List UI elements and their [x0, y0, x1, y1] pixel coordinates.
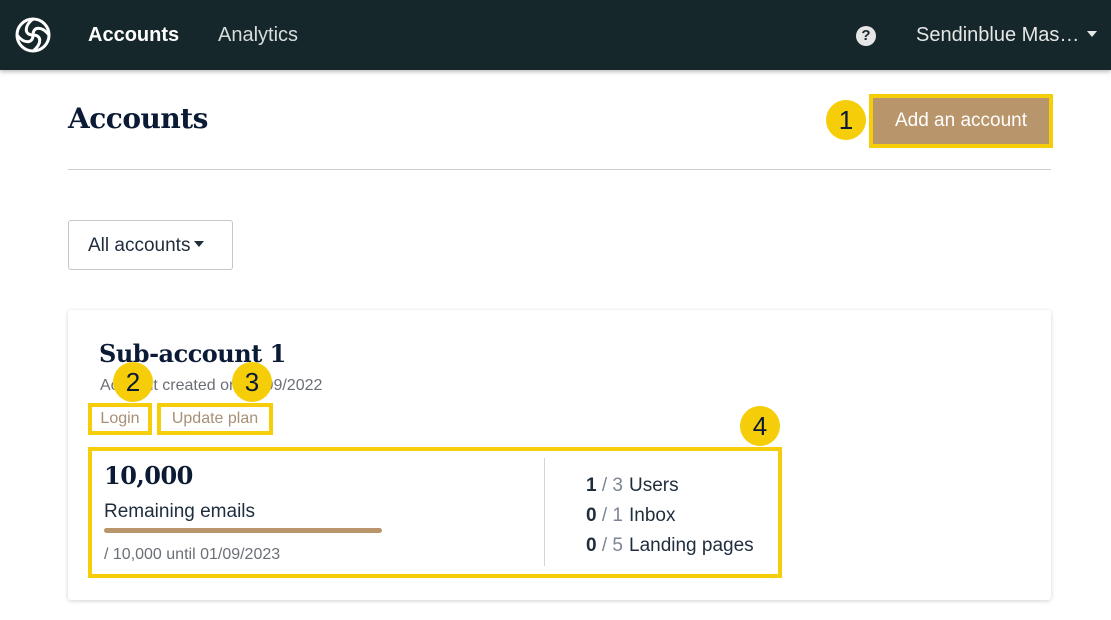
annotation-badge-1: 1	[826, 100, 866, 140]
inbox-limit-row: 0 / 1 Inbox	[586, 505, 675, 527]
remaining-emails-count: 10,000	[104, 461, 193, 490]
question-circle-icon[interactable]: ?	[856, 26, 876, 46]
top-navigation-bar: Accounts Analytics ? Sendinblue Mas…	[0, 0, 1111, 70]
user-account-label: Sendinblue Mas…	[916, 24, 1080, 46]
account-filter-selected: All accounts	[88, 235, 191, 256]
remaining-emails-progress-bar	[104, 528, 382, 533]
add-account-button[interactable]: Add an account	[869, 94, 1053, 148]
landing-pages-label: Landing pages	[629, 535, 754, 556]
nav-analytics-link[interactable]: Analytics	[218, 24, 298, 47]
landing-pages-separator: /	[596, 535, 613, 556]
users-separator: /	[596, 475, 613, 496]
inbox-separator: /	[596, 505, 613, 526]
landing-pages-limit: 5	[612, 535, 623, 556]
annotation-badge-2: 2	[113, 362, 153, 402]
nav-accounts-link[interactable]: Accounts	[88, 24, 179, 47]
chevron-down-icon	[1087, 30, 1098, 37]
annotation-badge-3: 3	[232, 362, 272, 402]
chevron-down-icon	[194, 241, 205, 248]
user-account-menu[interactable]: Sendinblue Mas…	[916, 24, 1098, 47]
landing-pages-used: 0	[586, 535, 597, 556]
landing-pages-limit-row: 0 / 5 Landing pages	[586, 535, 754, 557]
inbox-limit: 1	[612, 505, 623, 526]
users-used: 1	[586, 475, 597, 496]
login-button[interactable]: Login	[88, 403, 152, 435]
page-title: Accounts	[68, 102, 208, 135]
inbox-used: 0	[586, 505, 597, 526]
email-quota-subtitle: / 10,000 until 01/09/2023	[104, 546, 281, 563]
users-label: Users	[629, 475, 679, 496]
account-filter-dropdown[interactable]: All accounts	[68, 220, 233, 270]
update-plan-button[interactable]: Update plan	[157, 403, 273, 435]
sendinblue-logo-icon[interactable]	[14, 16, 52, 54]
users-limit-row: 1 / 3 Users	[586, 475, 679, 497]
annotation-badge-4: 4	[740, 406, 780, 446]
usage-divider	[544, 458, 545, 566]
users-limit: 3	[612, 475, 623, 496]
inbox-label: Inbox	[629, 505, 676, 526]
header-divider	[68, 169, 1051, 170]
remaining-emails-label: Remaining emails	[104, 501, 256, 522]
